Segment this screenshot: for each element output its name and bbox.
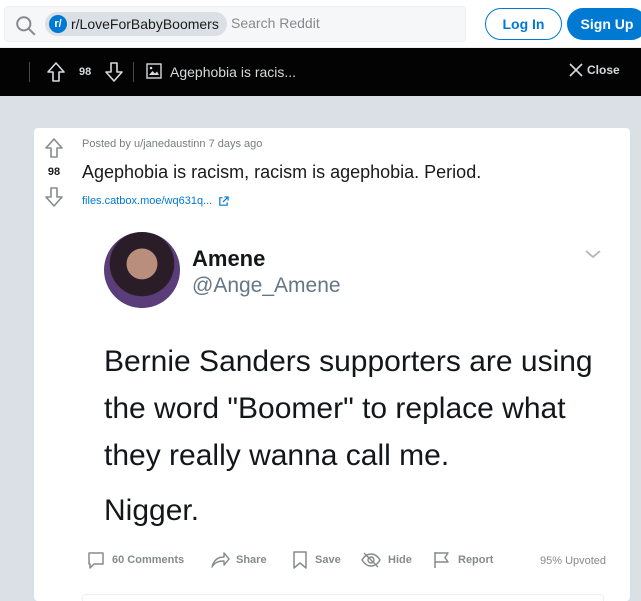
hide-icon (361, 552, 381, 568)
downvote-icon[interactable] (104, 61, 124, 83)
upvote-icon[interactable] (46, 61, 66, 83)
tweet-author-name: Amene (192, 246, 266, 271)
post-meta: Posted by u/janedaustinn 7 days ago (82, 138, 263, 150)
close-label: Close (587, 63, 620, 77)
share-button[interactable]: Share (210, 550, 267, 570)
media-bar-score: 98 (79, 66, 92, 78)
hide-label: Hide (388, 554, 412, 566)
save-label: Save (315, 554, 341, 566)
login-button[interactable]: Log In (485, 8, 562, 40)
share-icon (211, 552, 230, 568)
post-actions: 60 Comments Share Save Hide Report 95% U… (86, 546, 626, 572)
post-title[interactable]: Agephobia is racism, racism is agephobia… (82, 162, 481, 183)
tweet-text: Bernie Sanders supporters are using the … (104, 345, 593, 472)
comment-box[interactable] (82, 594, 604, 601)
post-card: 98 Posted by u/janedaustinn 7 days ago A… (34, 128, 630, 601)
tweet-text-second: Nigger. (104, 494, 200, 527)
community-filter-chip[interactable]: r/ r/LoveForBabyBoomers (45, 12, 227, 36)
save-icon (293, 551, 307, 569)
save-button[interactable]: Save (291, 550, 341, 570)
search-icon (16, 16, 36, 36)
image-icon (146, 63, 162, 79)
community-badge: r/ (49, 15, 67, 33)
share-label: Share (236, 554, 267, 566)
hide-button[interactable]: Hide (360, 550, 412, 570)
comments-button[interactable]: 60 Comments (86, 550, 184, 570)
close-icon (569, 63, 583, 77)
downvote-icon[interactable] (44, 186, 64, 208)
report-button[interactable]: Report (432, 550, 493, 570)
chevron-down-icon (585, 250, 601, 259)
post-external-link[interactable]: files.catbox.moe/wq631q... (82, 195, 229, 207)
avatar (104, 232, 180, 308)
tweet-image[interactable]: Amene @Ange_Amene Bernie Sanders support… (104, 232, 614, 542)
search-bar[interactable]: r/ r/LoveForBabyBoomers (4, 6, 466, 42)
upvote-ratio: 95% Upvoted (540, 555, 607, 567)
external-link-icon (219, 195, 229, 206)
media-viewer-bar: 98 Agephobia is racis... Close (0, 48, 641, 96)
search-input[interactable] (231, 15, 451, 31)
post-link-text: files.catbox.moe/wq631q... (82, 195, 213, 207)
media-bar-title: Agephobia is racis... (170, 64, 297, 80)
community-name: r/LoveForBabyBoomers (71, 16, 219, 32)
report-icon (434, 552, 449, 568)
comment-icon (88, 552, 104, 569)
post-score: 98 (47, 166, 61, 178)
divider (29, 62, 30, 82)
top-navbar: r/ r/LoveForBabyBoomers Log In Sign Up (0, 0, 641, 48)
divider (133, 62, 134, 82)
upvote-icon[interactable] (44, 137, 64, 159)
comments-label: 60 Comments (112, 554, 185, 566)
close-button[interactable]: Close (569, 63, 620, 77)
tweet-author-handle: @Ange_Amene (192, 274, 341, 297)
report-label: Report (458, 554, 494, 566)
signup-button[interactable]: Sign Up (567, 8, 641, 40)
